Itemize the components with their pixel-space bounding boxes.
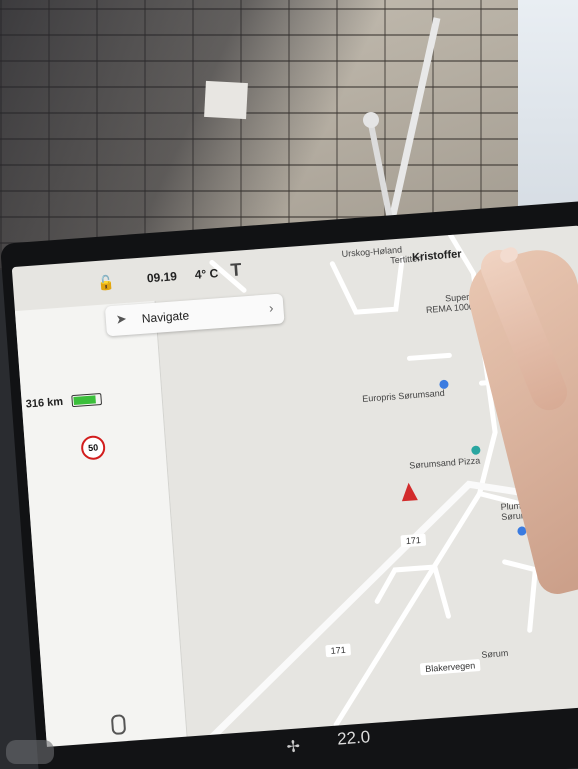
map-label-sorum: Sørum <box>481 647 509 660</box>
road-shield-171-a: 171 <box>400 533 427 548</box>
wall-sign <box>204 80 248 120</box>
chevron-right-icon: › <box>268 300 274 316</box>
photo: 316 km 50 Urskog-Høland Tertitten Kristo… <box>0 0 578 769</box>
tesla-logo-icon[interactable]: T <box>230 259 243 281</box>
fan-icon[interactable]: ✢ <box>286 736 301 757</box>
climate-temperature[interactable]: 22.0 <box>336 727 370 749</box>
wiper-stalk <box>6 740 54 764</box>
clock: 09.19 <box>146 269 178 286</box>
speed-limit-sign: 50 <box>80 434 107 461</box>
range-readout: 316 km <box>25 395 64 411</box>
road-shield-171-b: 171 <box>325 643 352 658</box>
outside-temperature: 4° C <box>194 266 219 282</box>
microphone-icon[interactable] <box>110 714 127 736</box>
battery-icon <box>71 392 103 408</box>
navigate-label: Navigate <box>141 308 190 326</box>
lock-icon[interactable]: 🔓 <box>97 274 116 292</box>
navigate-arrow-icon: ➤ <box>115 310 128 327</box>
metal-pole <box>363 17 441 225</box>
car-position-icon <box>400 482 418 502</box>
